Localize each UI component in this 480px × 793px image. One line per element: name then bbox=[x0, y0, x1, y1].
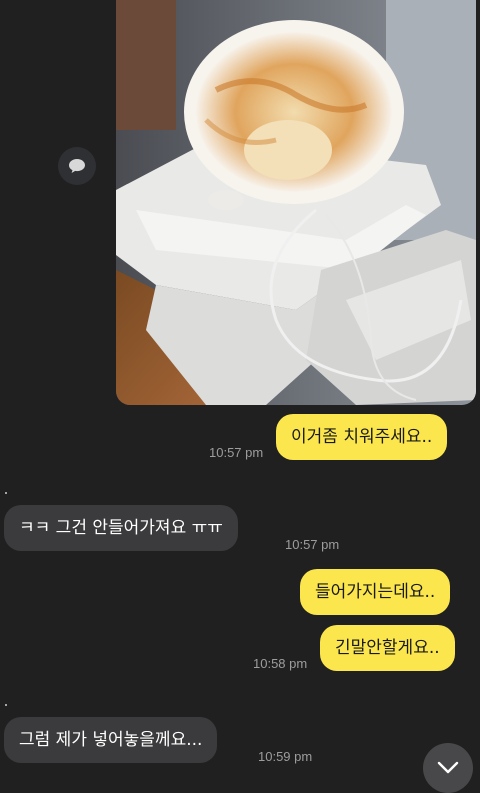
message-timestamp: 10:59 pm bbox=[258, 749, 313, 764]
scroll-to-bottom-button[interactable] bbox=[423, 743, 473, 793]
their-message-bubble[interactable]: ㅋㅋ 그건 안들어가져요 ㅠㅠ bbox=[4, 505, 238, 551]
message-timestamp: 10:57 pm bbox=[285, 537, 340, 552]
speech-bubble-icon bbox=[69, 159, 85, 173]
chevron-down-icon bbox=[437, 761, 459, 774]
photo-image bbox=[116, 0, 476, 405]
my-message-bubble[interactable]: 이거좀 치워주세요.. bbox=[276, 414, 448, 460]
sender-indicator bbox=[5, 704, 7, 706]
sender-indicator bbox=[5, 492, 7, 494]
photo-message[interactable] bbox=[116, 0, 476, 405]
message-timestamp: 10:57 pm bbox=[209, 445, 264, 460]
my-message-bubble[interactable]: 긴말안할게요.. bbox=[320, 625, 455, 671]
their-message-bubble[interactable]: 그럼 제가 넣어놓을께요... bbox=[4, 717, 218, 763]
share-button[interactable] bbox=[58, 147, 96, 185]
message-timestamp: 10:58 pm bbox=[253, 656, 308, 671]
my-message-bubble[interactable]: 들어가지는데요.. bbox=[300, 569, 451, 615]
